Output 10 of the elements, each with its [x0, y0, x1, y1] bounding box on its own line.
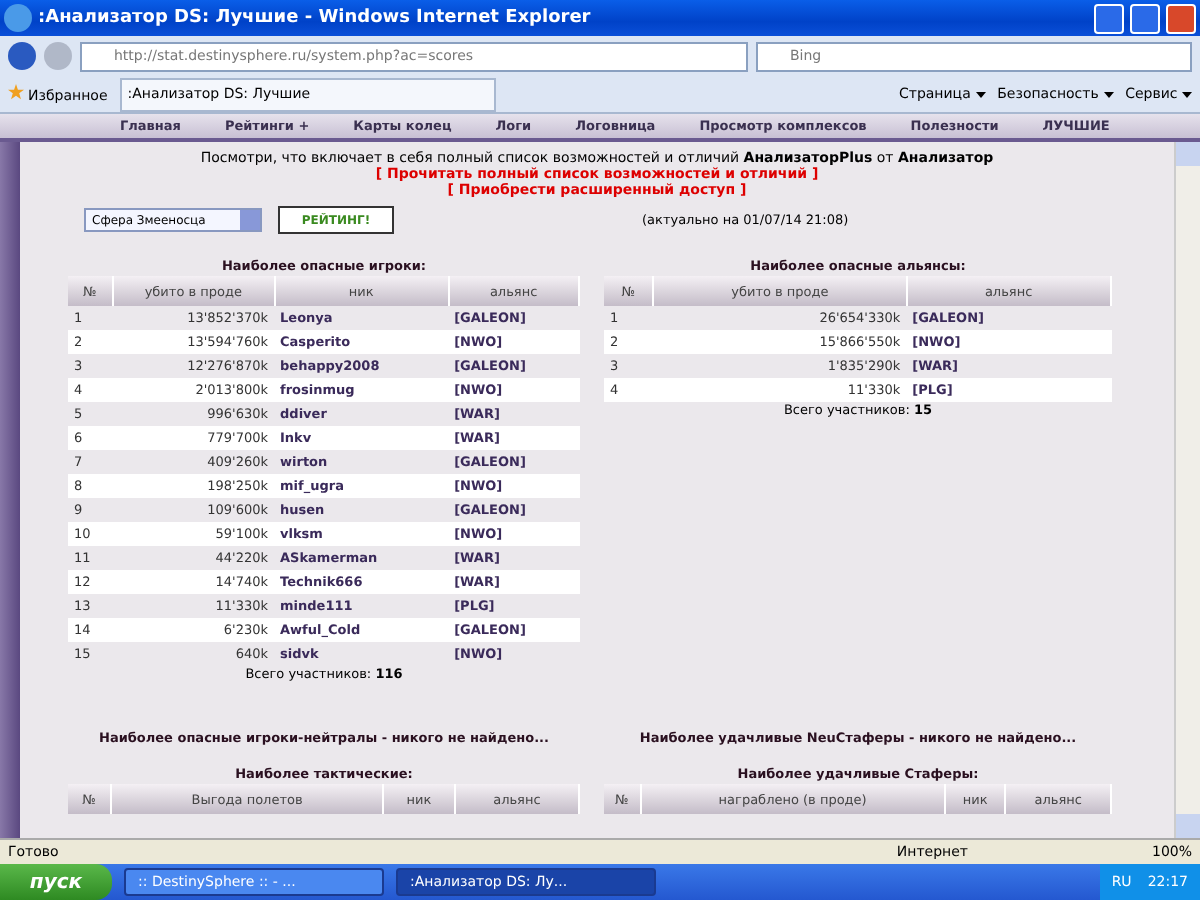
caret-icon	[1182, 92, 1192, 98]
close-button[interactable]	[1166, 3, 1196, 33]
browser-icon	[4, 4, 32, 32]
minimize-button[interactable]	[1094, 3, 1124, 33]
maximize-button[interactable]	[1130, 3, 1160, 33]
caret-icon	[1103, 92, 1114, 98]
scrollbar[interactable]	[1174, 142, 1200, 838]
caret-icon	[975, 92, 986, 98]
star-icon	[8, 84, 24, 100]
window-title: :Анализатор DS: Лучшие - Windows Internet Explorer	[38, 8, 593, 28]
